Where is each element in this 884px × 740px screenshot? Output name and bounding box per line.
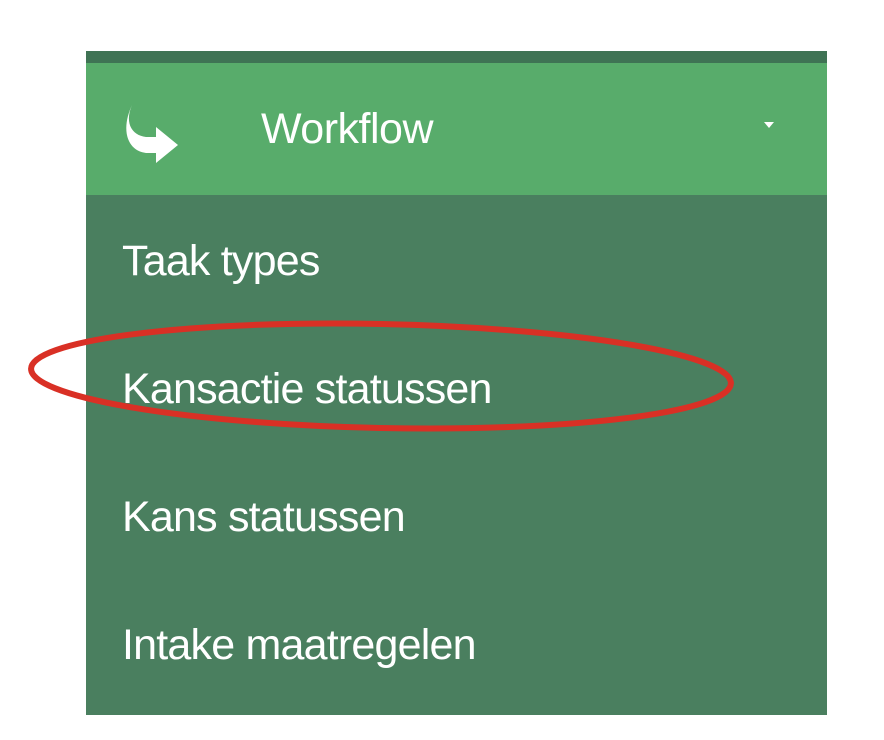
submenu-item-label: Kans statussen [122, 493, 406, 541]
workflow-submenu: Taak types Kansactie statussen Kans stat… [86, 195, 827, 707]
submenu-item-label: Intake maatregelen [122, 621, 477, 669]
stage: Workflow Taak types Kansactie statussen … [0, 0, 884, 740]
curved-arrow-icon [126, 105, 178, 163]
submenu-item-kans-statussen[interactable]: Kans statussen [86, 451, 827, 579]
sidebar-menu: Workflow Taak types Kansactie statussen … [86, 51, 827, 715]
chevron-down-icon [764, 122, 774, 128]
submenu-item-label: Kansactie statussen [122, 365, 492, 413]
submenu-item-taak-types[interactable]: Taak types [86, 195, 827, 323]
workflow-menu-toggle[interactable]: Workflow [86, 63, 827, 195]
submenu-item-intake-maatregelen[interactable]: Intake maatregelen [86, 579, 827, 707]
submenu-item-label: Taak types [122, 237, 320, 285]
sidebar-top-strip [86, 51, 827, 63]
workflow-menu-label: Workflow [261, 105, 434, 153]
submenu-item-kansactie-statussen[interactable]: Kansactie statussen [86, 323, 827, 451]
